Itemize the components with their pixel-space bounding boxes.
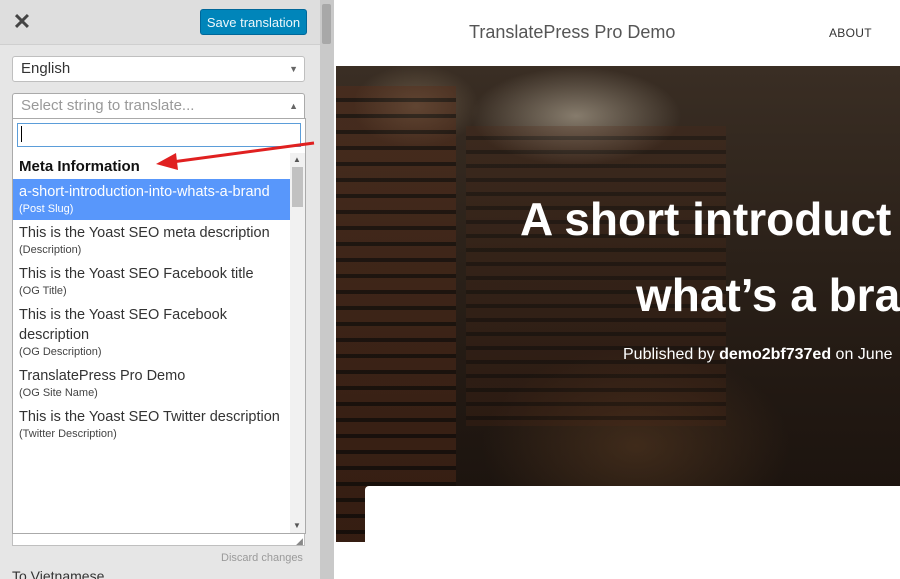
dropdown-search-input[interactable]	[17, 123, 301, 147]
string-select[interactable]: Select string to translate... ▲	[12, 93, 305, 119]
option-type: (OG Description)	[19, 346, 102, 358]
language-select[interactable]: English ▼	[12, 56, 305, 82]
panel-scrollbar[interactable]	[320, 0, 334, 579]
dropdown-options: Meta Information a-short-introduction-in…	[13, 153, 290, 445]
close-icon[interactable]: ✕	[11, 9, 33, 35]
dropdown-option[interactable]: This is the Yoast SEO Twitter descriptio…	[13, 404, 290, 445]
editor-toolbar: ✕ Save translation	[0, 0, 320, 45]
hero-image: A short introduct what’s a bra Published…	[336, 66, 900, 542]
save-translation-button[interactable]: Save translation	[200, 9, 307, 35]
nav-item-about[interactable]: ABOUT	[829, 26, 872, 40]
dropdown-option[interactable]: This is the Yoast SEO meta description (…	[13, 220, 290, 261]
post-author[interactable]: demo2bf737ed	[719, 346, 831, 363]
string-select-placeholder: Select string to translate...	[21, 97, 195, 114]
dropdown-option[interactable]: a-short-introduction-into-whats-a-brand …	[13, 179, 290, 220]
group-label-meta-information: Meta Information	[19, 158, 140, 175]
site-preview: TranslatePress Pro Demo ABOUT A short in…	[334, 0, 900, 579]
option-text: a-short-introduction-into-whats-a-brand	[19, 184, 270, 200]
language-select-value: English	[21, 60, 71, 77]
hero-title-line-2: what’s a bra	[636, 269, 900, 321]
text-caret	[21, 126, 22, 142]
option-text: This is the Yoast SEO Twitter descriptio…	[19, 409, 280, 425]
library-shelves-left	[336, 86, 456, 542]
option-text: This is the Yoast SEO meta description	[19, 225, 270, 241]
post-meta: Published by demo2bf737ed on June	[623, 346, 893, 364]
option-type: (Twitter Description)	[19, 428, 117, 440]
option-text: TranslatePress Pro Demo	[19, 368, 186, 384]
post-content-box	[365, 486, 900, 579]
option-text: This is the Yoast SEO Facebook title	[19, 266, 254, 282]
option-text: This is the Yoast SEO Facebook descripti…	[19, 307, 227, 343]
dropdown-scrollbar[interactable]	[290, 153, 305, 533]
option-type: (OG Title)	[19, 285, 67, 297]
string-dropdown: Meta Information a-short-introduction-in…	[12, 118, 306, 534]
option-type: (Post Slug)	[19, 203, 74, 215]
site-header: TranslatePress Pro Demo ABOUT	[334, 0, 900, 66]
hero-title-line-1: A short introduct	[520, 193, 892, 245]
scroll-down-icon[interactable]: ▼	[293, 521, 301, 530]
discard-changes-link[interactable]: Discard changes	[221, 552, 303, 564]
translation-textarea[interactable]	[12, 534, 305, 546]
to-language-label: To Vietnamese	[12, 568, 105, 579]
option-type: (Description)	[19, 244, 82, 256]
dropdown-option[interactable]: This is the Yoast SEO Facebook descripti…	[13, 302, 290, 363]
site-title[interactable]: TranslatePress Pro Demo	[469, 22, 675, 43]
chevron-down-icon: ▼	[289, 64, 298, 74]
option-type: (OG Site Name)	[19, 387, 98, 399]
dropdown-option[interactable]: This is the Yoast SEO Facebook title (OG…	[13, 261, 290, 302]
panel-scrollbar-thumb[interactable]	[322, 4, 331, 44]
scroll-up-icon[interactable]: ▲	[293, 155, 301, 164]
translation-editor-panel: ✕ Save translation English ▼ Select stri…	[0, 0, 320, 579]
post-meta-suffix: on June	[831, 346, 893, 363]
dropdown-option[interactable]: TranslatePress Pro Demo (OG Site Name)	[13, 363, 290, 404]
post-meta-prefix: Published by	[623, 346, 720, 363]
resize-handle-icon[interactable]: ◢	[296, 536, 303, 547]
chevron-up-icon: ▲	[289, 101, 298, 111]
dropdown-scrollbar-thumb[interactable]	[292, 167, 303, 207]
